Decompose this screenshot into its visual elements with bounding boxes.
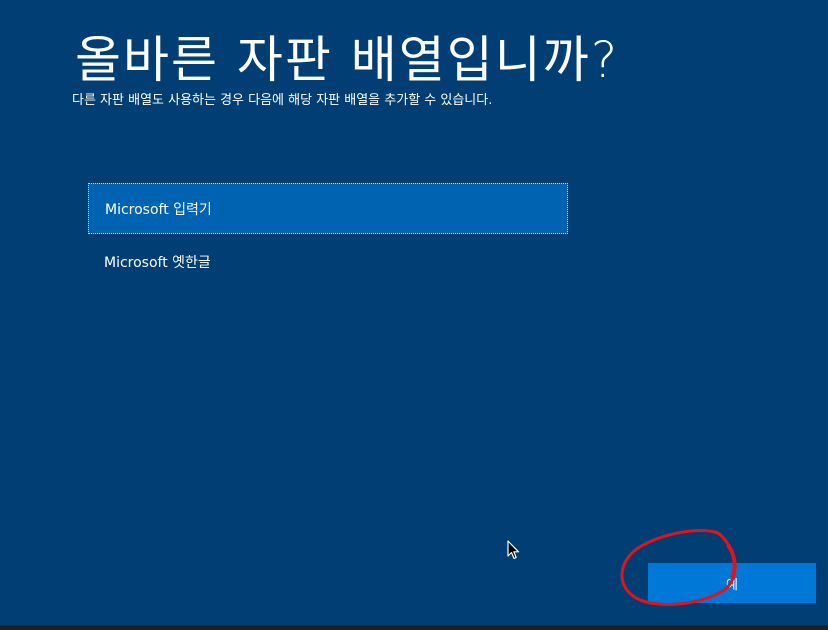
keyboard-option-microsoft-old-hangul[interactable]: Microsoft 옛한글 xyxy=(88,236,568,287)
page-title: 올바른 자판 배열입니까? xyxy=(75,31,620,89)
keyboard-option-microsoft-ime[interactable]: Microsoft 입력기 xyxy=(88,183,568,234)
yes-button[interactable]: 예 xyxy=(648,563,816,603)
keyboard-option-label: Microsoft 입력기 xyxy=(105,201,212,218)
bottom-bar xyxy=(0,625,828,630)
keyboard-option-label: Microsoft 옛한글 xyxy=(104,254,211,271)
yes-button-label: 예 xyxy=(726,577,738,593)
mouse-pointer-icon xyxy=(507,540,520,560)
page-subtitle: 다른 자판 배열도 사용하는 경우 다음에 해당 자판 배열을 추가할 수 있습… xyxy=(72,93,493,108)
